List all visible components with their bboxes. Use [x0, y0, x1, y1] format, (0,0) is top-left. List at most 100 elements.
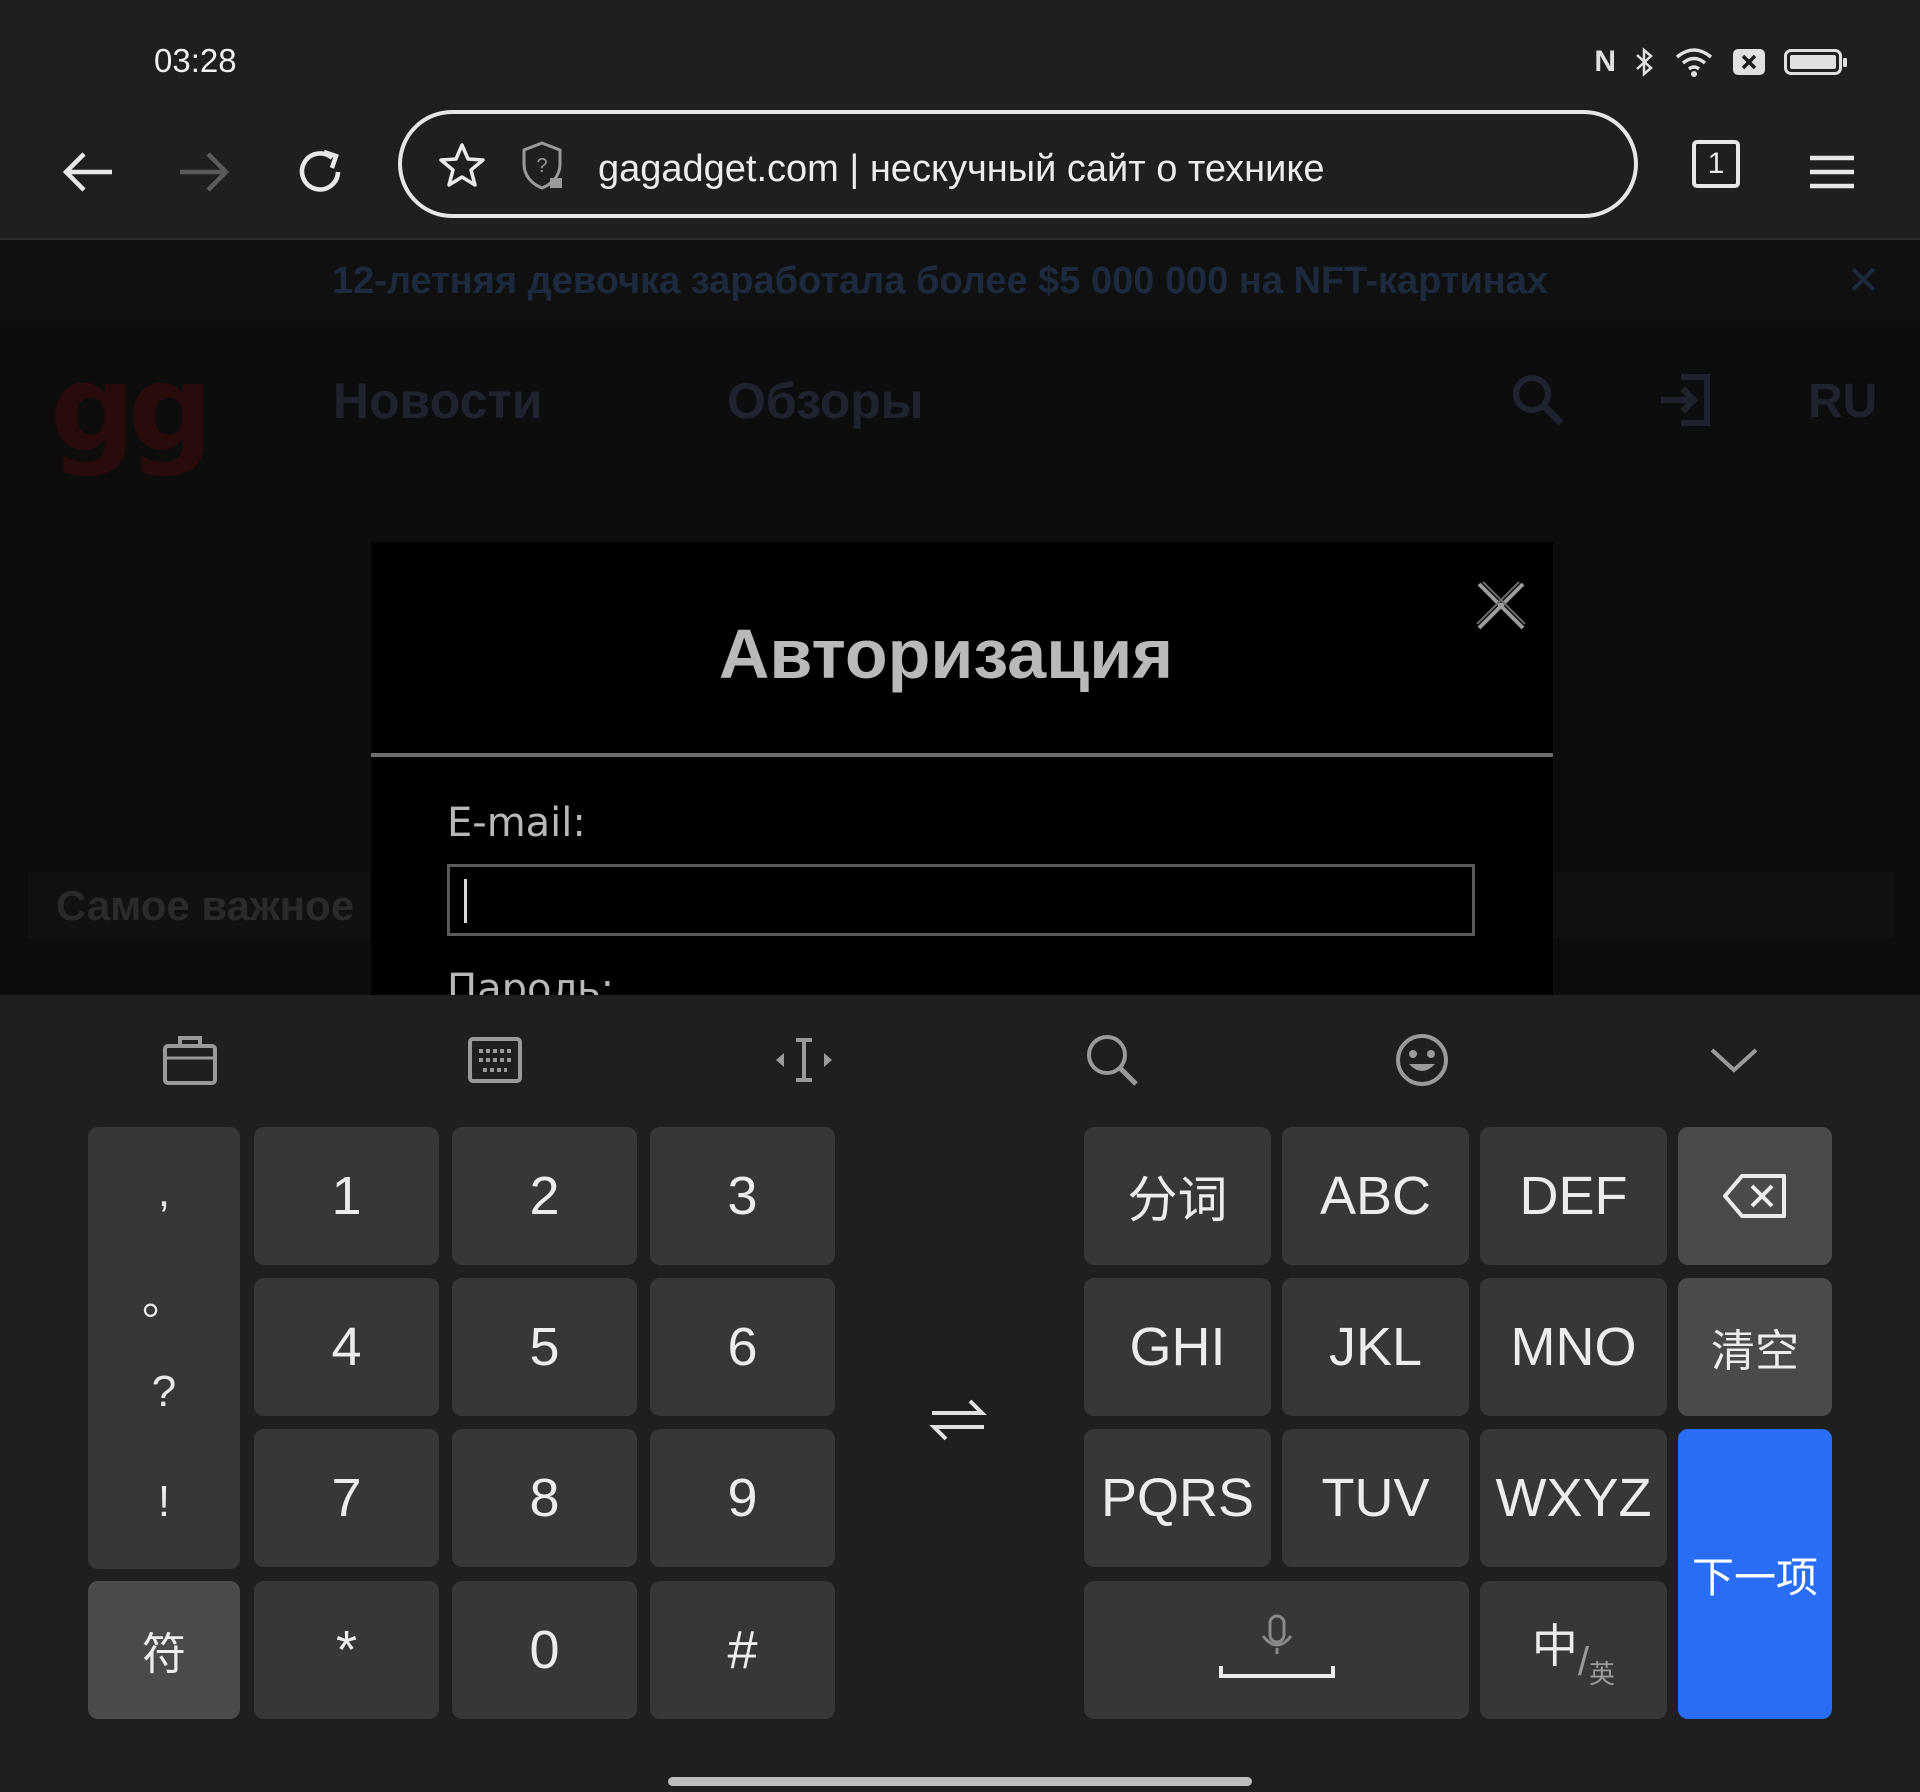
forward-button[interactable]: [172, 140, 236, 204]
bookmark-star-button[interactable]: [436, 140, 488, 192]
modal-title: Авторизация: [718, 615, 1174, 693]
modal-divider: [371, 753, 1553, 757]
nfc-icon: N: [1594, 45, 1616, 78]
punct-period-key[interactable]: 。: [88, 1263, 240, 1327]
back-arrow-icon: [62, 152, 112, 192]
search-icon: [1513, 375, 1564, 426]
punct-question-key[interactable]: ?: [88, 1367, 240, 1417]
key-0[interactable]: 0: [452, 1581, 637, 1719]
key-7[interactable]: 7: [254, 1429, 439, 1567]
key-3[interactable]: 3: [650, 1127, 835, 1265]
star-icon: [439, 143, 485, 187]
punct-comma-key[interactable]: ,: [88, 1167, 240, 1217]
key-9[interactable]: 9: [650, 1429, 835, 1567]
email-field[interactable]: [447, 864, 1475, 936]
key-segment[interactable]: 分词: [1084, 1127, 1271, 1265]
keyboard-layout-button[interactable]: [460, 1025, 530, 1095]
switch-layout-button[interactable]: [918, 1385, 998, 1455]
clipboard-icon: [163, 1036, 217, 1085]
key-abc[interactable]: ABC: [1282, 1127, 1469, 1265]
banner-close-button[interactable]: ✕: [1846, 258, 1880, 304]
login-modal: Авторизация E-mail: Пароль:: [371, 542, 1553, 995]
backspace-key[interactable]: [1678, 1127, 1832, 1265]
status-time: 03:28: [154, 42, 237, 79]
modal-close-button[interactable]: [1473, 578, 1529, 634]
key-8[interactable]: 8: [452, 1429, 637, 1567]
search-icon: [1087, 1035, 1138, 1086]
clear-key[interactable]: 清空: [1678, 1278, 1832, 1416]
nav-news[interactable]: Новости: [333, 372, 543, 430]
address-bar[interactable]: ? gagadget.com | нескучный сайт о техник…: [398, 110, 1638, 218]
site-search-button[interactable]: [1508, 370, 1568, 430]
site-logo[interactable]: gg: [50, 340, 214, 479]
browser-toolbar: ? gagadget.com | нескучный сайт о техник…: [0, 110, 1920, 240]
status-bar: 03:28 N: [0, 0, 1920, 110]
password-label: Пароль:: [447, 966, 615, 995]
key-ghi[interactable]: GHI: [1084, 1278, 1271, 1416]
key-mno[interactable]: MNO: [1480, 1278, 1667, 1416]
wifi-icon: [1674, 46, 1714, 78]
key-pqrs[interactable]: PQRS: [1084, 1429, 1271, 1567]
next-field-key[interactable]: 下一项: [1678, 1429, 1832, 1719]
login-button[interactable]: [1656, 370, 1716, 430]
cursor-move-button[interactable]: [769, 1025, 839, 1095]
key-1[interactable]: 1: [254, 1127, 439, 1265]
symbols-key[interactable]: 符: [88, 1581, 240, 1719]
battery-icon: [1784, 49, 1847, 75]
key-hash[interactable]: #: [650, 1581, 835, 1719]
nav-reviews[interactable]: Обзоры: [727, 372, 924, 430]
clipboard-button[interactable]: [155, 1025, 225, 1095]
web-page: 12-летняя девочка заработала более $5 00…: [0, 240, 1920, 995]
lang-switch-key[interactable]: 中 / 英: [1480, 1581, 1667, 1719]
space-mic-icon: [1218, 1614, 1335, 1678]
key-2[interactable]: 2: [452, 1127, 637, 1265]
ime-keyboard: , 。 ? ! 符 1 2 3 4 5 6 7 8 9 * 0 # 分词 ABC…: [0, 995, 1920, 1792]
site-security-icon: ?: [522, 141, 562, 190]
home-indicator[interactable]: [668, 1777, 1252, 1786]
status-icons: N: [1594, 42, 1847, 82]
key-asterisk[interactable]: *: [254, 1581, 439, 1719]
back-button[interactable]: [56, 140, 120, 204]
lang-separator: /: [1577, 1639, 1590, 1684]
url-text: gagadget.com | нескучный сайт о технике: [598, 148, 1325, 190]
forward-arrow-icon: [180, 152, 230, 192]
email-label: E-mail:: [447, 800, 586, 846]
menu-button[interactable]: [1800, 140, 1864, 204]
keyboard-icon: [468, 1037, 522, 1083]
space-key[interactable]: [1084, 1581, 1469, 1719]
key-4[interactable]: 4: [254, 1278, 439, 1416]
emoji-icon: [1396, 1034, 1448, 1086]
sim-off-icon: [1732, 48, 1766, 76]
key-jkl[interactable]: JKL: [1282, 1278, 1469, 1416]
close-icon: [1476, 581, 1526, 630]
punct-exclaim-key[interactable]: !: [88, 1477, 240, 1527]
lang-main-label: 中: [1531, 1619, 1578, 1673]
banner-text: 12-летняя девочка заработала более $5 00…: [331, 260, 1549, 302]
backspace-icon: [1723, 1174, 1786, 1218]
keyboard-search-button[interactable]: [1077, 1025, 1147, 1095]
key-tuv[interactable]: TUV: [1282, 1429, 1469, 1567]
section-title: Самое важное: [56, 882, 355, 929]
language-switch[interactable]: RU: [1808, 374, 1877, 429]
site-security-button[interactable]: ?: [516, 140, 568, 192]
lang-sub-label: 英: [1589, 1659, 1616, 1690]
menu-icon: [1810, 155, 1854, 189]
emoji-button[interactable]: [1387, 1025, 1457, 1095]
login-icon: [1661, 374, 1710, 426]
tabs-button[interactable]: 1: [1692, 140, 1740, 188]
tab-count: 1: [1707, 147, 1725, 180]
key-wxyz[interactable]: WXYZ: [1480, 1429, 1667, 1567]
swap-arrows-icon: [929, 1399, 987, 1441]
news-banner[interactable]: 12-летняя девочка заработала более $5 00…: [0, 240, 1920, 322]
cursor-move-icon: [776, 1038, 832, 1082]
reload-icon: [299, 149, 341, 192]
reload-button[interactable]: [288, 140, 352, 204]
collapse-chevron-icon: [1710, 1048, 1758, 1073]
bluetooth-icon: [1634, 46, 1656, 78]
key-def[interactable]: DEF: [1480, 1127, 1667, 1265]
text-caret: [464, 879, 467, 923]
key-6[interactable]: 6: [650, 1278, 835, 1416]
collapse-keyboard-button[interactable]: [1699, 1025, 1769, 1095]
key-5[interactable]: 5: [452, 1278, 637, 1416]
punctuation-key-column[interactable]: , 。 ? !: [88, 1127, 240, 1569]
